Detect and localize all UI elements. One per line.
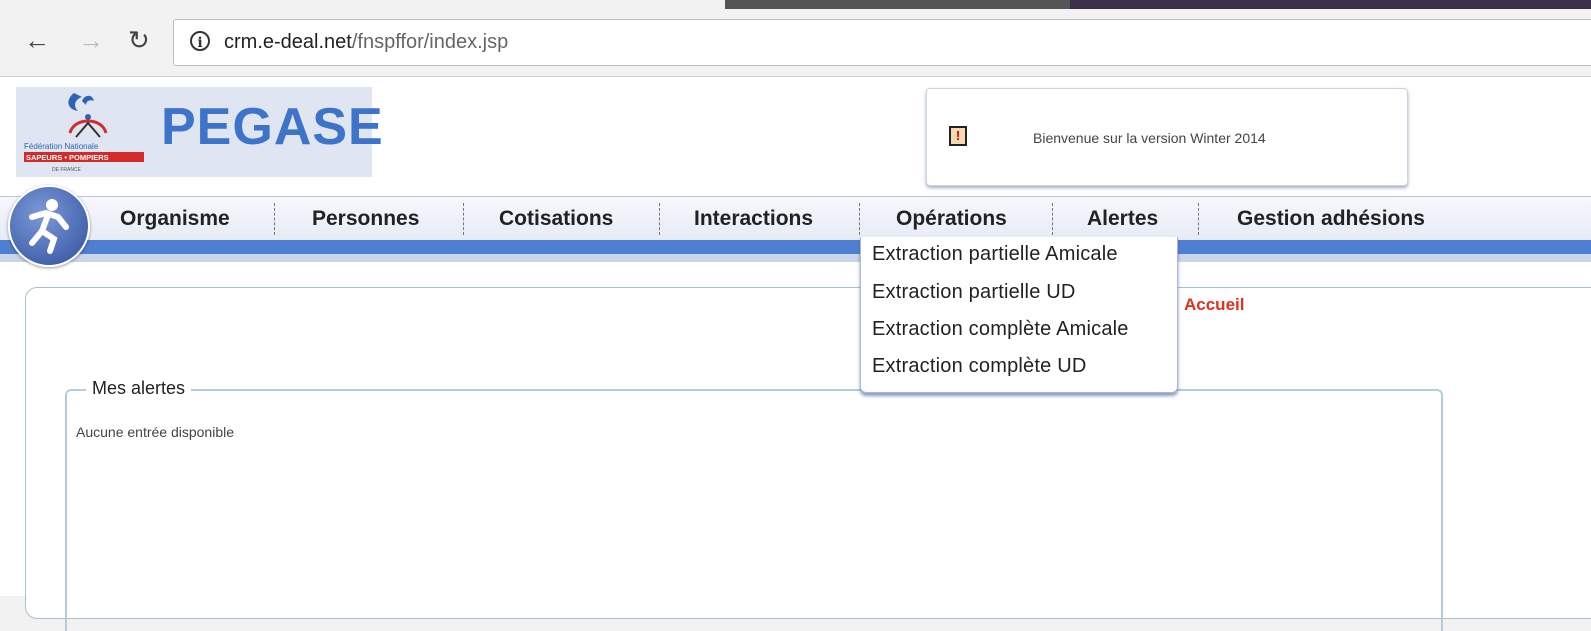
- browser-tab[interactable]: [1070, 0, 1591, 9]
- menu-separator: [1052, 203, 1053, 235]
- pegase-logo[interactable]: Fédération Nationale SAPEURS • POMPIERS …: [16, 87, 383, 177]
- menu-gestion-adhesions[interactable]: Gestion adhésions: [1237, 207, 1425, 231]
- menu-alertes[interactable]: Alertes: [1087, 207, 1158, 231]
- url-text: crm.e-deal.net/fnspffor/index.jsp: [224, 31, 508, 54]
- page-header: Fédération Nationale SAPEURS • POMPIERS …: [0, 77, 1591, 197]
- menu-cotisations[interactable]: Cotisations: [499, 207, 613, 231]
- menu-personnes[interactable]: Personnes: [312, 207, 419, 231]
- dropdown-item-extraction-complete-amicale[interactable]: Extraction complète Amicale: [872, 318, 1129, 341]
- browser-toolbar: ← → ↻ i crm.e-deal.net/fnspffor/index.js…: [0, 9, 1591, 77]
- alerts-empty-text: Aucune entrée disponible: [76, 424, 235, 440]
- breadcrumb: Accueil: [1184, 295, 1245, 314]
- menu-sub-bar: [0, 254, 1591, 262]
- dropdown-item-extraction-complete-ud[interactable]: Extraction complète UD: [872, 355, 1086, 378]
- browser-tab[interactable]: [725, 0, 1070, 9]
- back-arrow-icon[interactable]: ←: [24, 25, 50, 55]
- menu-separator: [859, 203, 860, 235]
- dropdown-item-extraction-partielle-ud[interactable]: Extraction partielle UD: [872, 281, 1076, 304]
- url-path: /fnspffor/index.jsp: [351, 31, 509, 53]
- menu-accent-bar: [0, 240, 1591, 254]
- alerts-legend: Mes alertes: [86, 378, 192, 399]
- app-name: PEGASE: [161, 98, 384, 156]
- org-name-line1: Fédération Nationale: [24, 142, 99, 151]
- org-name-line2: SAPEURS • POMPIERS: [26, 153, 109, 162]
- browser-tab-strip: [0, 0, 1591, 11]
- alerts-fieldset: [65, 389, 1443, 631]
- menu-interactions[interactable]: Interactions: [694, 207, 813, 231]
- firefighters-emblem-icon: Fédération Nationale SAPEURS • POMPIERS …: [24, 93, 144, 173]
- reload-icon[interactable]: ↻: [128, 25, 150, 55]
- address-bar[interactable]: i crm.e-deal.net/fnspffor/index.jsp: [173, 19, 1591, 66]
- menu-organisme[interactable]: Organisme: [120, 207, 230, 231]
- forward-arrow-icon[interactable]: →: [78, 25, 104, 55]
- menu-separator: [274, 203, 275, 235]
- operations-dropdown-menu: Extraction partielle Amicale Extraction …: [860, 237, 1178, 393]
- info-icon[interactable]: i: [190, 31, 210, 51]
- menu-separator: [659, 203, 660, 235]
- runner-icon[interactable]: [8, 185, 90, 267]
- web-page: Fédération Nationale SAPEURS • POMPIERS …: [0, 77, 1591, 631]
- org-name-line3: DE FRANCE: [52, 167, 82, 173]
- dropdown-item-extraction-partielle-amicale[interactable]: Extraction partielle Amicale: [872, 243, 1118, 266]
- menu-separator: [1198, 203, 1199, 235]
- clipboard-alert-icon: !: [949, 126, 967, 146]
- url-domain: crm.e-deal.net: [224, 31, 352, 53]
- menu-operations[interactable]: Opérations: [896, 207, 1007, 231]
- welcome-banner: ! Bienvenue sur la version Winter 2014: [926, 88, 1408, 186]
- main-menu-bar: Organisme Personnes Cotisations Interact…: [0, 185, 1591, 267]
- menu-separator: [463, 203, 464, 235]
- welcome-message: Bienvenue sur la version Winter 2014: [1033, 130, 1266, 146]
